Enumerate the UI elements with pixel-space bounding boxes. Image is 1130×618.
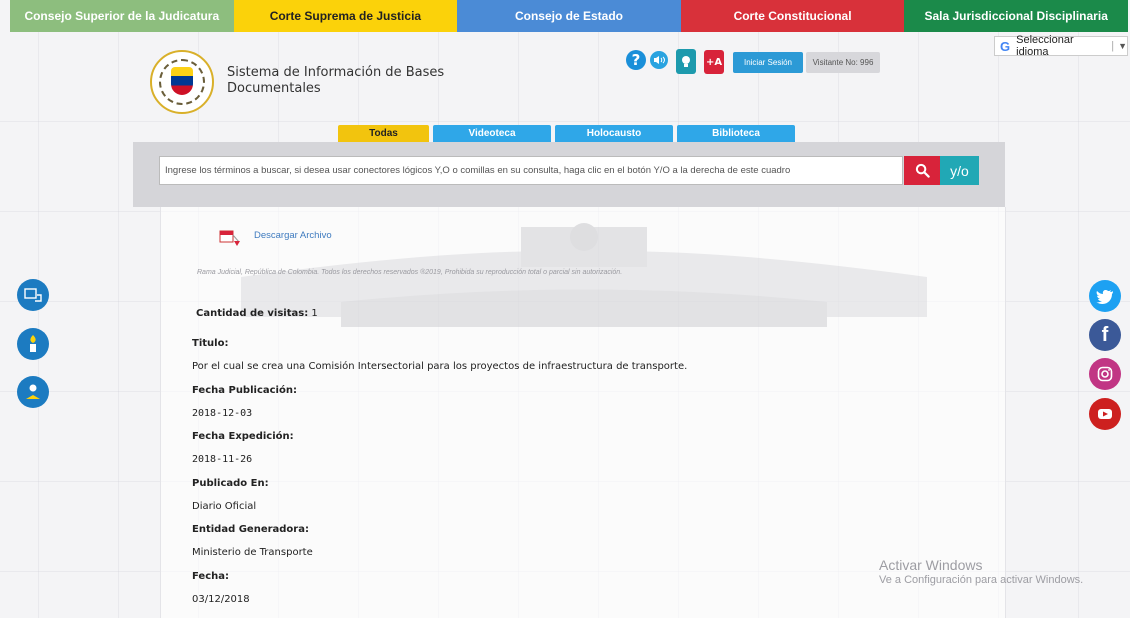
search-icon: [915, 163, 930, 178]
twitter-icon[interactable]: [1089, 280, 1121, 312]
media-library-icon[interactable]: [17, 279, 49, 311]
site-title: Sistema de Información de Bases Document…: [227, 65, 445, 96]
watermark-title: Activar Windows: [879, 557, 983, 573]
person-reading-glyph: [26, 384, 40, 399]
download-file-link[interactable]: Descargar Archivo: [254, 230, 332, 241]
date-label: Fecha:: [192, 571, 230, 582]
chevron-down-icon: ▼: [1118, 41, 1127, 51]
nav-corte-suprema[interactable]: Corte Suprema de Justicia: [233, 0, 458, 32]
language-selector-label: Seleccionar idioma: [1016, 34, 1074, 58]
audio-icon[interactable]: [650, 51, 668, 69]
instagram-camera-glyph: [1097, 366, 1113, 382]
visit-count-value: 1: [311, 308, 318, 319]
logical-connectors-button[interactable]: y/o: [940, 156, 979, 185]
date-value: 03/12/2018: [192, 594, 250, 605]
watermark-subtitle: Ve a Configuración para activar Windows.: [879, 574, 1084, 586]
category-tabs: Todas Videoteca Holocausto Biblioteca: [338, 125, 799, 142]
issue-date-label: Fecha Expedición:: [192, 431, 294, 442]
title-label: Titulo:: [192, 338, 229, 349]
visit-count-label: Cantidad de visitas:: [196, 308, 309, 319]
media-library-glyph: [24, 288, 42, 302]
torch-icon[interactable]: [17, 328, 49, 360]
top-nav: Consejo Superior de la Judicatura Corte …: [10, 0, 1128, 32]
search-button[interactable]: [904, 156, 940, 185]
facebook-icon[interactable]: f: [1089, 319, 1121, 351]
login-button[interactable]: Iniciar Sesión: [733, 52, 803, 73]
tab-holocausto[interactable]: Holocausto: [555, 125, 673, 142]
rama-judicial-logo: [150, 50, 214, 114]
contrast-bulb-icon[interactable]: [676, 49, 696, 74]
issuing-entity-label: Entidad Generadora:: [192, 524, 309, 535]
title-value: Por el cual se crea una Comisión Interse…: [192, 361, 688, 372]
publication-date-label: Fecha Publicación:: [192, 385, 297, 396]
tab-videoteca[interactable]: Videoteca: [433, 125, 551, 142]
published-in-label: Publicado En:: [192, 478, 269, 489]
publication-date-value: 2018-12-03: [192, 408, 253, 419]
flame-glyph: [30, 335, 36, 352]
visit-count: Cantidad de visitas: 1: [196, 308, 318, 319]
published-in-value: Diario Oficial: [192, 501, 257, 512]
windows-activation-watermark: Activar Windows Ve a Configuración para …: [879, 557, 1083, 586]
nav-sala-disciplinaria[interactable]: Sala Jurisdiccional Disciplinaria: [904, 0, 1128, 32]
reader-icon[interactable]: [17, 376, 49, 408]
issuing-entity-value: Ministerio de Transporte: [192, 547, 313, 558]
tab-biblioteca[interactable]: Biblioteca: [677, 125, 795, 142]
language-selector[interactable]: G Seleccionar idioma | ▼: [994, 34, 1128, 58]
tab-todas[interactable]: Todas: [338, 125, 429, 142]
youtube-icon[interactable]: [1089, 398, 1121, 430]
google-g-icon: G: [1000, 38, 1011, 54]
help-icon[interactable]: ?: [626, 50, 646, 70]
lightbulb-icon: [682, 55, 690, 67]
increase-font-button[interactable]: +A: [704, 50, 724, 74]
search-input[interactable]: [159, 156, 903, 185]
pdf-download-icon[interactable]: [219, 229, 241, 249]
youtube-glyph: [1098, 409, 1112, 419]
nav-corte-constitucional[interactable]: Corte Constitucional: [680, 0, 905, 32]
twitter-bird-glyph: [1096, 289, 1113, 304]
nav-consejo-estado[interactable]: Consejo de Estado: [457, 0, 681, 32]
coat-of-arms-icon: [171, 67, 193, 95]
issue-date-value: 2018-11-26: [192, 454, 253, 465]
facebook-f-glyph: f: [1101, 323, 1109, 346]
copyright-notice: Rama Judicial, República de Colombia. To…: [197, 269, 623, 276]
speaker-icon: [654, 56, 665, 64]
nav-consejo-superior[interactable]: Consejo Superior de la Judicatura: [10, 0, 234, 32]
instagram-icon[interactable]: [1089, 358, 1121, 390]
visitor-counter: Visitante No: 996: [806, 52, 880, 73]
search-panel: y/o: [133, 142, 1005, 207]
divider: |: [1111, 40, 1115, 52]
